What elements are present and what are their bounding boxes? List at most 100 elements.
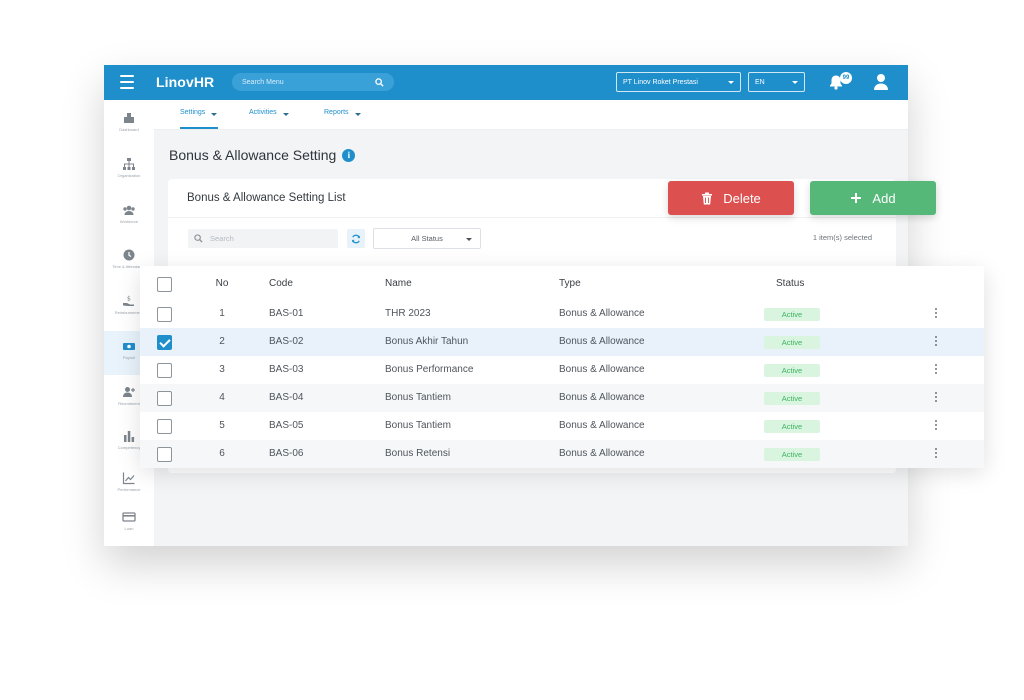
- cell-type: Bonus & Allowance: [559, 392, 645, 403]
- refresh-button[interactable]: [347, 229, 365, 248]
- hamburger-menu-icon[interactable]: [120, 75, 134, 89]
- plus-icon: [851, 193, 862, 203]
- payroll-icon: [123, 343, 135, 350]
- cell-code: BAS-04: [269, 392, 304, 403]
- table-row[interactable]: 3 BAS-03 Bonus Performance Bonus & Allow…: [140, 356, 984, 384]
- sidebar-item-dashboard[interactable]: Dashboard: [104, 103, 154, 147]
- menu-search-input[interactable]: Search Menu: [232, 73, 394, 91]
- sidebar-item-label: Performance: [117, 487, 141, 492]
- row-checkbox[interactable]: [157, 363, 172, 378]
- tab-label: Reports: [324, 109, 349, 116]
- sidebar-item-performance[interactable]: Performance: [104, 463, 154, 507]
- sidebar-item-label: Dashboard: [119, 127, 139, 132]
- add-user-icon: [123, 387, 135, 397]
- status-filter-select[interactable]: All Status: [373, 228, 481, 249]
- table-row[interactable]: 2 BAS-02 Bonus Akhir Tahun Bonus & Allow…: [140, 328, 984, 356]
- logo-prefix: Linov: [156, 74, 194, 90]
- cell-code: BAS-05: [269, 420, 304, 431]
- chevron-down-icon: [354, 112, 361, 116]
- cell-type: Bonus & Allowance: [559, 420, 645, 431]
- row-checkbox[interactable]: [157, 391, 172, 406]
- status-badge: Active: [764, 448, 820, 461]
- select-all-checkbox[interactable]: [157, 277, 172, 292]
- status-filter-value: All Status: [411, 234, 443, 243]
- table-row[interactable]: 5 BAS-05 Bonus Tantiem Bonus & Allowance…: [140, 412, 984, 440]
- delete-button[interactable]: Delete: [668, 181, 794, 215]
- row-checkbox[interactable]: [157, 307, 172, 322]
- search-icon: [375, 77, 384, 87]
- header-name: Name: [385, 278, 412, 289]
- cell-no: 1: [219, 308, 225, 319]
- page-title-text: Bonus & Allowance Setting: [169, 147, 337, 163]
- header-no: No: [215, 278, 229, 289]
- info-icon[interactable]: i: [342, 148, 356, 162]
- app-logo[interactable]: LinovHR: [156, 74, 214, 90]
- table-row[interactable]: 4 BAS-04 Bonus Tantiem Bonus & Allowance…: [140, 384, 984, 412]
- cell-no: 5: [219, 420, 225, 431]
- sidebar-item-loan[interactable]: Loan: [104, 502, 154, 546]
- chevron-down-icon: [211, 112, 218, 116]
- tab-label: Activities: [249, 109, 277, 116]
- tab-settings[interactable]: Settings: [180, 109, 218, 116]
- cell-code: BAS-06: [269, 448, 304, 459]
- row-checkbox[interactable]: [157, 419, 172, 434]
- search-icon: [194, 234, 203, 243]
- status-badge: Active: [764, 336, 820, 349]
- bar-chart-icon: [124, 431, 135, 442]
- more-options-icon[interactable]: [934, 336, 938, 348]
- notification-badge: 99: [840, 72, 852, 84]
- trend-icon: [122, 472, 135, 485]
- cell-no: 3: [219, 364, 225, 375]
- cell-type: Bonus & Allowance: [559, 308, 645, 319]
- sidebar-item-organization[interactable]: Organization: [104, 149, 154, 193]
- add-button[interactable]: Add: [810, 181, 936, 215]
- cell-no: 2: [219, 336, 225, 347]
- menu-search-placeholder: Search Menu: [242, 78, 284, 86]
- cell-no: 4: [219, 392, 225, 403]
- hand-money-icon: $: [123, 296, 134, 306]
- svg-text:$: $: [127, 296, 131, 303]
- status-badge: Active: [764, 420, 820, 433]
- cell-code: BAS-01: [269, 308, 304, 319]
- cell-no: 6: [219, 448, 225, 459]
- cell-name: Bonus Tantiem: [385, 420, 451, 431]
- cell-name: Bonus Tantiem: [385, 392, 451, 403]
- company-select[interactable]: PT Linov Roket Prestasi: [616, 72, 741, 92]
- refresh-icon: [352, 234, 360, 243]
- chevron-down-icon: [728, 80, 734, 84]
- row-checkbox[interactable]: [157, 447, 172, 462]
- sidebar-item-label: Workforce: [119, 219, 139, 224]
- card-title: Bonus & Allowance Setting List: [187, 192, 346, 204]
- list-search-placeholder: Search: [210, 234, 234, 243]
- table-row[interactable]: 1 BAS-01 THR 2023 Bonus & Allowance Acti…: [140, 300, 984, 328]
- status-badge: Active: [764, 364, 820, 377]
- cell-code: BAS-03: [269, 364, 304, 375]
- more-options-icon[interactable]: [934, 364, 938, 376]
- more-options-icon[interactable]: [934, 392, 938, 404]
- more-options-icon[interactable]: [934, 420, 938, 432]
- sidebar-item-label: Organization: [117, 173, 141, 178]
- logo-suffix: HR: [193, 74, 215, 90]
- chevron-down-icon: [466, 238, 472, 241]
- more-options-icon[interactable]: [934, 448, 938, 460]
- table-row[interactable]: 6 BAS-06 Bonus Retensi Bonus & Allowance…: [140, 440, 984, 468]
- user-avatar-icon[interactable]: [873, 73, 889, 91]
- header-status: Status: [776, 278, 805, 289]
- people-icon: [123, 205, 135, 215]
- tab-activities[interactable]: Activities: [249, 109, 289, 116]
- top-bar: LinovHR Search Menu PT Linov Roket Prest…: [104, 65, 908, 100]
- tab-reports[interactable]: Reports: [324, 109, 361, 116]
- language-select[interactable]: EN: [748, 72, 805, 92]
- header-type: Type: [559, 278, 581, 289]
- cell-type: Bonus & Allowance: [559, 364, 645, 375]
- sidebar-item-workforce[interactable]: Workforce: [104, 195, 154, 239]
- dashboard-icon: [124, 113, 134, 123]
- row-checkbox[interactable]: [157, 335, 172, 350]
- status-badge: Active: [764, 308, 820, 321]
- sub-navigation: Settings Activities Reports: [154, 100, 908, 130]
- add-button-label: Add: [872, 190, 896, 206]
- cell-type: Bonus & Allowance: [559, 336, 645, 347]
- list-search-input[interactable]: Search: [188, 229, 338, 248]
- more-options-icon[interactable]: [934, 308, 938, 320]
- page-title: Bonus & Allowance Setting i: [169, 147, 356, 163]
